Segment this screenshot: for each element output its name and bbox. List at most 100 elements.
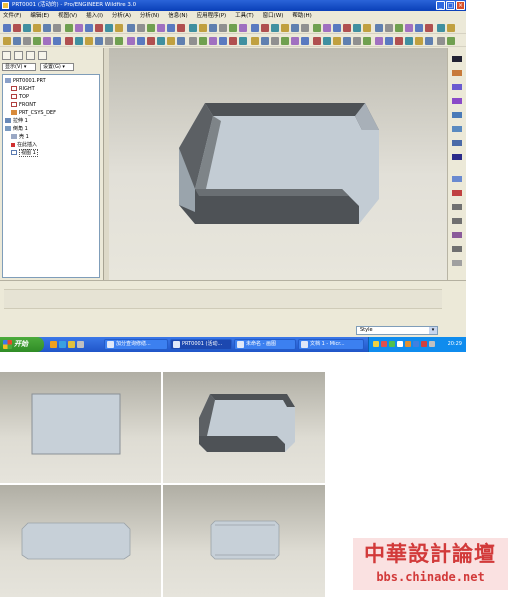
toolbar-icon[interactable] [375,24,383,32]
taskbar-item[interactable]: 加分查询修缮... [104,339,168,350]
toolbar-icon[interactable] [127,37,135,45]
connections-tab-icon[interactable] [38,51,47,60]
check-icon[interactable] [452,154,462,160]
toolbar-icon[interactable] [53,24,61,32]
toolbar-icon[interactable] [105,24,113,32]
toolbar-icon[interactable] [405,37,413,45]
menu-analysis-2[interactable]: 分析(N) [137,11,163,22]
tree-item-view[interactable]: 视图 1 [11,149,38,157]
toolbar-icon[interactable] [219,37,227,45]
toolbar-icon[interactable] [281,24,289,32]
toolbar-icon[interactable] [53,37,61,45]
toolbar-icon[interactable] [251,37,259,45]
selection-filter[interactable]: Style ▾ [356,326,438,335]
taskbar-item[interactable]: 未命名 - 画图 [234,339,296,350]
toolbar-icon[interactable] [251,24,259,32]
tray-icon[interactable] [405,341,411,347]
toolbar-icon[interactable] [3,24,11,32]
toolbar-icon[interactable] [209,37,217,45]
toolbar-icon[interactable] [447,37,455,45]
menu-help[interactable]: 帮助(H) [289,11,315,22]
tree-item-chamfer[interactable]: 倒角 1 [5,125,28,133]
tree-item-csys[interactable]: PRT_CSYS_DEF [11,109,56,117]
toolbar-icon[interactable] [177,24,185,32]
toolbar-icon[interactable] [291,37,299,45]
toolbar-icon[interactable] [333,24,341,32]
toolbar-icon[interactable] [229,37,237,45]
taskbar-item[interactable]: PRT0001 (活动... [170,339,232,350]
menu-info[interactable]: 信息(N) [165,11,191,22]
graphics-area[interactable] [109,48,447,280]
menu-file[interactable]: 文件(F) [0,11,25,22]
toolbar-icon[interactable] [43,37,51,45]
toolbar-icon[interactable] [85,37,93,45]
curve-icon[interactable] [452,98,462,104]
toolbar-icon[interactable] [167,24,175,32]
tree-item-insert-here[interactable]: 在此插入 [11,141,37,149]
revolve-tool-icon[interactable] [452,190,462,196]
tree-item-right[interactable]: RIGHT [11,85,35,93]
menu-applications[interactable]: 应用程序(P) [194,11,231,22]
toolbar-icon[interactable] [95,37,103,45]
toolbar-icon[interactable] [363,24,371,32]
toolbar-icon[interactable] [105,37,113,45]
toolbar-icon[interactable] [261,37,269,45]
toolbar-icon[interactable] [239,24,247,32]
toolbar-icon[interactable] [405,24,413,32]
toolbar-icon[interactable] [323,24,331,32]
toolbar-icon[interactable] [343,37,351,45]
toolbar-icon[interactable] [323,37,331,45]
toolbar-icon[interactable] [437,37,445,45]
toolbar-icon[interactable] [229,24,237,32]
tray-icon[interactable] [413,341,419,347]
toolbar-icon[interactable] [189,37,197,45]
start-button[interactable]: 开始 [0,337,44,352]
toolbar-icon[interactable] [95,24,103,32]
tray-icon[interactable] [389,341,395,347]
toolbar-icon[interactable] [313,37,321,45]
toolbar-icon[interactable] [65,37,73,45]
csys-tool-icon[interactable] [452,126,462,132]
toolbar-icon[interactable] [127,24,135,32]
toolbar-icon[interactable] [33,37,41,45]
tree-item-part[interactable]: PRT0001.PRT [5,77,46,85]
toolbar-icon[interactable] [333,37,341,45]
toolbar-icon[interactable] [375,37,383,45]
tree-tab-icon[interactable] [2,51,11,60]
toolbar-icon[interactable] [199,24,207,32]
toolbar-icon[interactable] [425,37,433,45]
toolbar-icon[interactable] [3,37,11,45]
toolbar-icon[interactable] [23,24,31,32]
toolbar-icon[interactable] [157,37,165,45]
tree-item-top[interactable]: TOP [11,93,29,101]
toolbar-icon[interactable] [75,37,83,45]
mirror-tool-icon[interactable] [452,260,462,266]
toolbar-icon[interactable] [137,24,145,32]
settings-dropdown[interactable]: 设置(G) ▾ [40,63,74,71]
toolbar-icon[interactable] [33,24,41,32]
menu-edit[interactable]: 编辑(E) [27,11,53,22]
toolbar-icon[interactable] [271,37,279,45]
maximize-button[interactable]: □ [446,1,455,10]
ie-icon[interactable] [59,341,66,348]
axis-icon[interactable] [452,84,462,90]
menu-insert[interactable]: 插入(I) [83,11,107,22]
folder-tab-icon[interactable] [14,51,23,60]
plane-icon[interactable] [452,70,462,76]
quicklaunch-icon[interactable] [50,341,57,348]
quicklaunch-icon-2[interactable] [77,341,84,348]
toolbar-icon[interactable] [353,24,361,32]
toolbar-icon[interactable] [447,24,455,32]
toolbar-icon[interactable] [137,37,145,45]
tray-icon[interactable] [381,341,387,347]
toolbar-icon[interactable] [167,37,175,45]
close-button[interactable]: × [456,1,465,10]
tree-item-extrude[interactable]: 拉伸 1 [5,117,28,125]
toolbar-icon[interactable] [301,24,309,32]
toolbar-icon[interactable] [395,24,403,32]
toolbar-icon[interactable] [13,24,21,32]
menu-window[interactable]: 窗口(W) [260,11,288,22]
toolbar-icon[interactable] [147,37,155,45]
toolbar-icon[interactable] [239,37,247,45]
toolbar-icon[interactable] [301,37,309,45]
